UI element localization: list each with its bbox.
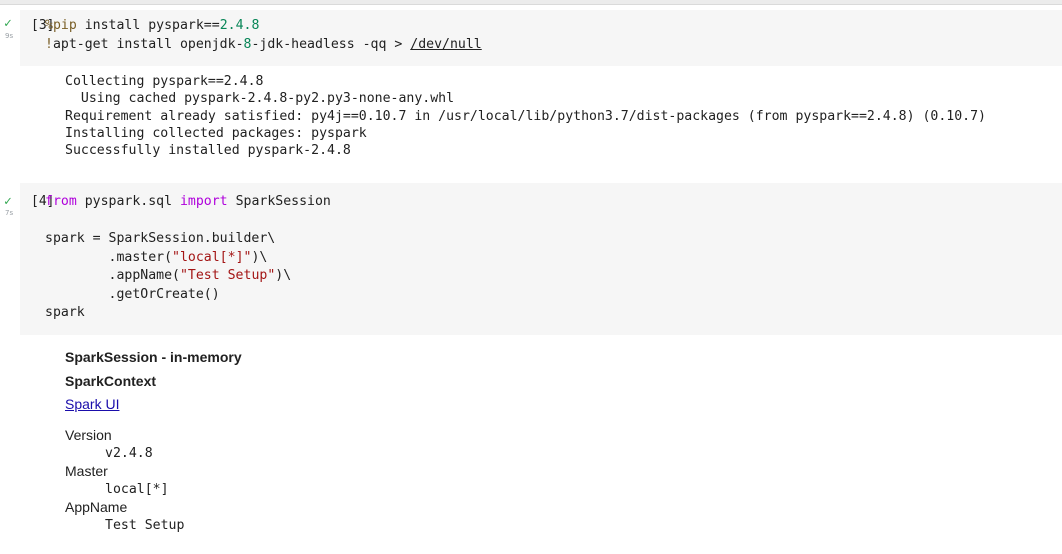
- code-line-6: .getOrCreate(): [45, 286, 220, 302]
- check-icon: ✓: [4, 16, 12, 31]
- cell-output: Collecting pyspark==2.4.8 Using cached p…: [65, 73, 986, 159]
- spark-ui-link[interactable]: Spark UI: [65, 396, 119, 412]
- session-title: SparkSession - in-memory: [65, 349, 242, 365]
- field-label-appname: AppName: [65, 499, 128, 515]
- run-duration: 9s: [5, 32, 14, 40]
- code-line-4: .master("local[*]")\: [45, 249, 268, 265]
- code-line: %pip install pyspark==2.4.8: [45, 18, 259, 33]
- top-scroll-edge: [0, 0, 1062, 5]
- field-value-version: v2.4.8: [105, 446, 153, 461]
- code-line-3: spark = SparkSession.builder\: [45, 231, 276, 246]
- output-line: Using cached pyspark-2.4.8-py2.py3-none-…: [65, 91, 455, 107]
- code-cell-4[interactable]: ✓ 7s [4] from pyspark.sql import SparkSe…: [0, 183, 1062, 554]
- output-line: Requirement already satisfied: py4j==0.1…: [65, 108, 986, 124]
- code-line-7: spark: [45, 305, 85, 320]
- code-content[interactable]: %pip install pyspark==2.4.8 !apt-get ins…: [45, 17, 482, 54]
- run-duration: 7s: [5, 209, 14, 217]
- output-line: Installing collected packages: pyspark: [65, 125, 367, 141]
- check-icon: ✓: [4, 194, 12, 209]
- code-line-1: %pip install pyspark==2.4.8: [45, 18, 260, 33]
- output-line: Collecting pyspark==2.4.8: [65, 74, 264, 89]
- spark-session-output: SparkSession - in-memory SparkContext Sp…: [65, 349, 465, 549]
- code-line-2: !apt-get install openjdk-8-jdk-headless …: [45, 36, 482, 52]
- field-label-version: Version: [65, 427, 112, 443]
- code-cell-3[interactable]: ✓ 9s [3] %pip install pyspark==2.4.8 !ap…: [0, 10, 1062, 180]
- field-value-appname: Test Setup: [105, 518, 185, 533]
- code-line-1: from pyspark.sql import SparkSession: [45, 194, 331, 209]
- field-label-master: Master: [65, 463, 108, 479]
- field-value-master: local[*]: [105, 482, 169, 497]
- context-title: SparkContext: [65, 373, 157, 389]
- output-line: Successfully installed pyspark-2.4.8: [65, 143, 351, 159]
- code-line-5: .appName("Test Setup")\: [45, 268, 292, 283]
- code-content[interactable]: from pyspark.sql import SparkSession spa…: [45, 193, 331, 323]
